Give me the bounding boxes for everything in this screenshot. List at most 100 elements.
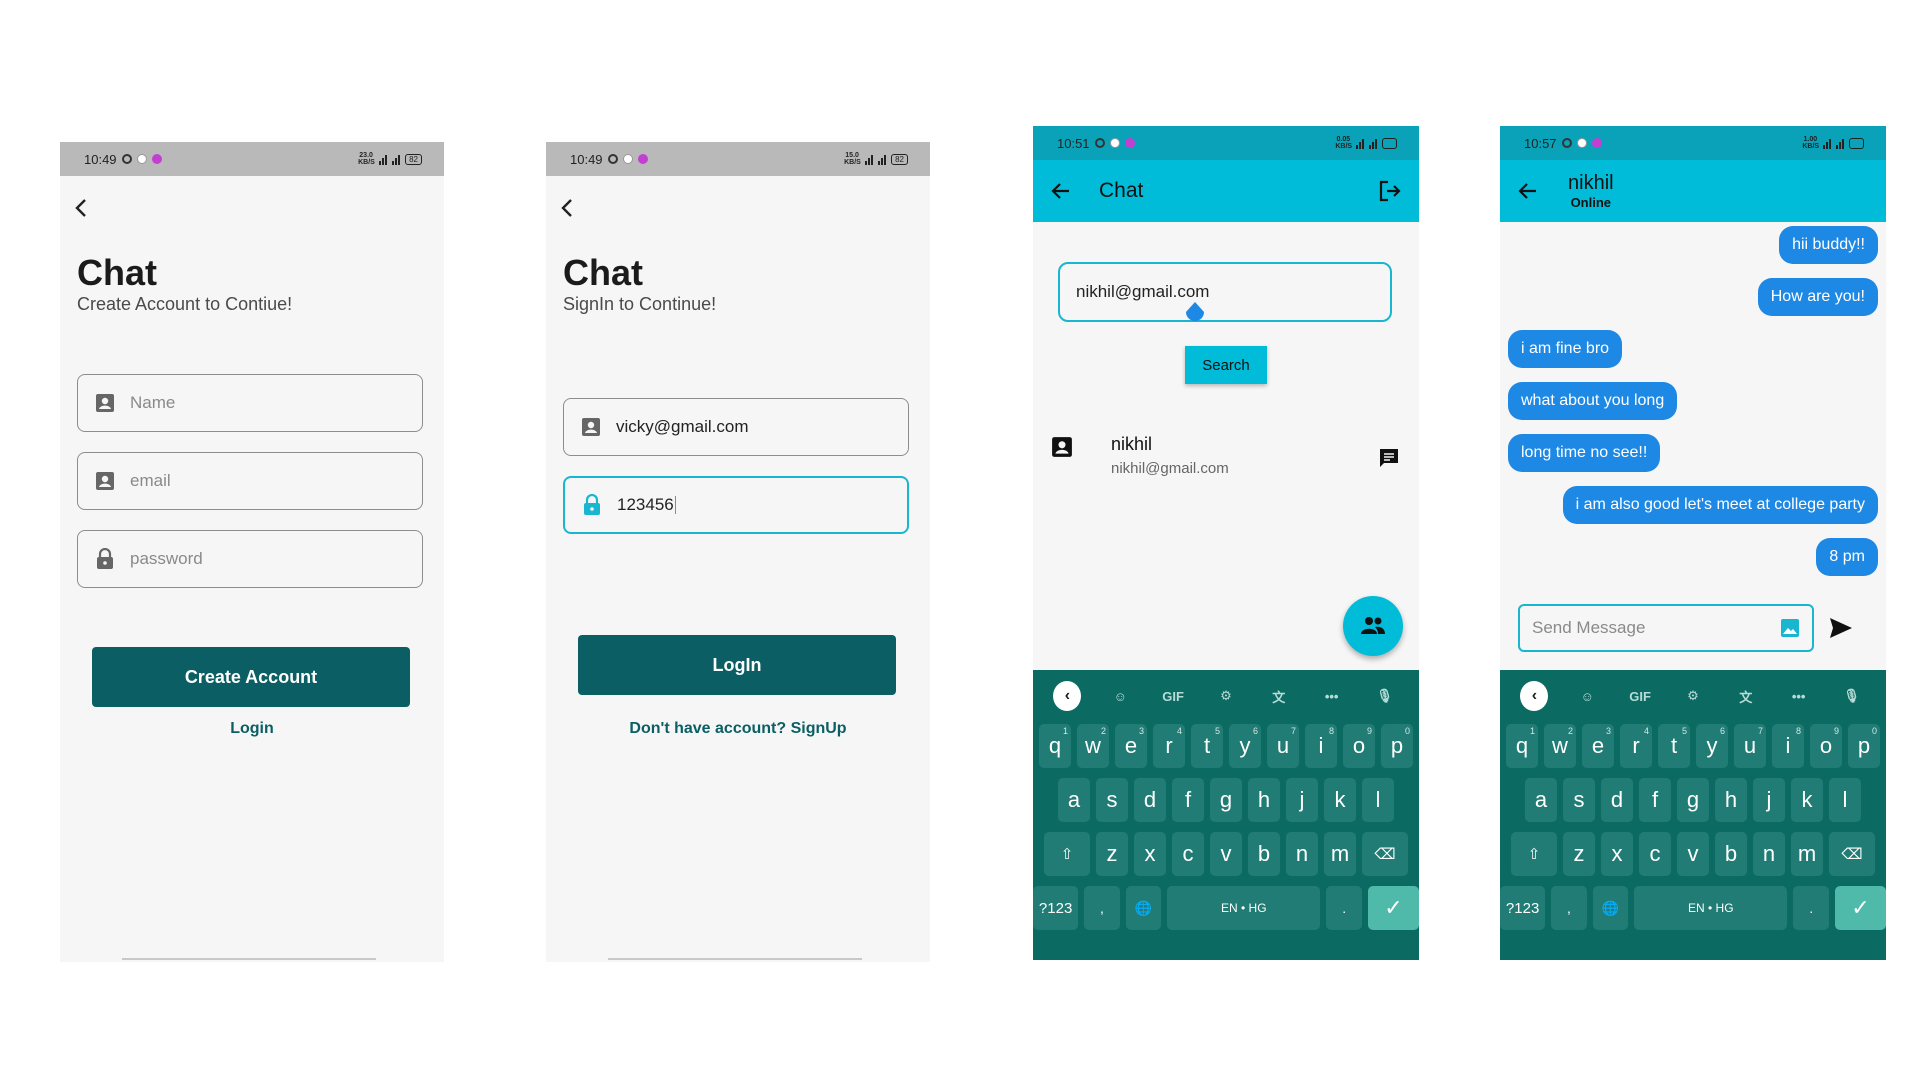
key-m[interactable]: m — [1324, 832, 1356, 876]
key-y[interactable]: y6 — [1696, 724, 1728, 768]
key-o[interactable]: o9 — [1810, 724, 1842, 768]
symbols-key[interactable]: ?123 — [1500, 886, 1546, 930]
message-input[interactable]: Send Message — [1518, 604, 1814, 652]
search-button[interactable]: Search — [1185, 346, 1267, 384]
settings-gear-icon[interactable]: ⚙ — [1679, 688, 1707, 704]
send-icon[interactable] — [1828, 616, 1854, 640]
comma-key[interactable]: , — [1084, 886, 1120, 930]
key-o[interactable]: o9 — [1343, 724, 1375, 768]
shift-key-icon[interactable]: ⇧ — [1511, 832, 1557, 876]
key-t[interactable]: t5 — [1191, 724, 1223, 768]
comma-key[interactable]: , — [1551, 886, 1587, 930]
key-s[interactable]: s — [1563, 778, 1595, 822]
key-v[interactable]: v — [1677, 832, 1709, 876]
key-s[interactable]: s — [1096, 778, 1128, 822]
key-h[interactable]: h — [1715, 778, 1747, 822]
microphone-icon[interactable]: 🎙 — [1837, 688, 1865, 704]
email-field[interactable]: email — [77, 452, 423, 510]
key-z[interactable]: z — [1563, 832, 1595, 876]
enter-check-key-icon[interactable]: ✓ — [1367, 886, 1419, 930]
key-h[interactable]: h — [1248, 778, 1280, 822]
key-u[interactable]: u7 — [1267, 724, 1299, 768]
key-d[interactable]: d — [1601, 778, 1633, 822]
key-j[interactable]: j — [1753, 778, 1785, 822]
key-f[interactable]: f — [1172, 778, 1204, 822]
password-field[interactable]: password — [77, 530, 423, 588]
settings-gear-icon[interactable]: ⚙ — [1212, 688, 1240, 704]
key-e[interactable]: e3 — [1115, 724, 1147, 768]
back-arrow-icon[interactable] — [1049, 179, 1073, 203]
key-k[interactable]: k — [1791, 778, 1823, 822]
microphone-icon[interactable]: 🎙 — [1370, 688, 1398, 704]
sticker-icon[interactable]: ☺ — [1106, 689, 1134, 704]
key-n[interactable]: n — [1286, 832, 1318, 876]
key-k[interactable]: k — [1324, 778, 1356, 822]
back-arrow-icon[interactable] — [556, 196, 580, 220]
gif-button[interactable]: GIF — [1159, 689, 1187, 704]
signup-link[interactable]: Don't have account? SignUp — [546, 720, 930, 738]
key-v[interactable]: v — [1210, 832, 1242, 876]
key-i[interactable]: i8 — [1772, 724, 1804, 768]
search-result-item[interactable]: nikhil nikhil@gmail.com — [1033, 428, 1419, 484]
key-c[interactable]: c — [1639, 832, 1671, 876]
key-r[interactable]: r4 — [1620, 724, 1652, 768]
more-icon[interactable]: ••• — [1318, 689, 1346, 704]
key-w[interactable]: w2 — [1544, 724, 1576, 768]
create-account-button[interactable]: Create Account — [92, 647, 410, 707]
period-key[interactable]: . — [1793, 886, 1829, 930]
keyboard-collapse-icon[interactable]: ‹ — [1520, 681, 1549, 711]
enter-check-key-icon[interactable]: ✓ — [1834, 886, 1886, 930]
key-x[interactable]: x — [1601, 832, 1633, 876]
key-z[interactable]: z — [1096, 832, 1128, 876]
key-y[interactable]: y6 — [1229, 724, 1261, 768]
key-c[interactable]: c — [1172, 832, 1204, 876]
login-link[interactable]: Login — [60, 720, 444, 738]
key-p[interactable]: p0 — [1381, 724, 1413, 768]
globe-key-icon[interactable]: 🌐 — [1125, 886, 1162, 930]
backspace-key-icon[interactable]: ⌫ — [1362, 832, 1408, 876]
key-p[interactable]: p0 — [1848, 724, 1880, 768]
text-handle-icon[interactable] — [1183, 298, 1207, 328]
key-a[interactable]: a — [1058, 778, 1090, 822]
key-b[interactable]: b — [1715, 832, 1747, 876]
image-attach-icon[interactable] — [1780, 618, 1800, 638]
translate-icon[interactable]: 文 — [1732, 687, 1760, 706]
key-f[interactable]: f — [1639, 778, 1671, 822]
logout-icon[interactable] — [1377, 178, 1403, 204]
key-g[interactable]: g — [1210, 778, 1242, 822]
gif-button[interactable]: GIF — [1626, 689, 1654, 704]
chat-icon[interactable] — [1377, 446, 1401, 470]
email-field[interactable]: vicky@gmail.com — [563, 398, 909, 456]
keyboard-collapse-icon[interactable]: ‹ — [1053, 681, 1082, 711]
shift-key-icon[interactable]: ⇧ — [1044, 832, 1090, 876]
key-w[interactable]: w2 — [1077, 724, 1109, 768]
sticker-icon[interactable]: ☺ — [1573, 689, 1601, 704]
key-b[interactable]: b — [1248, 832, 1280, 876]
more-icon[interactable]: ••• — [1785, 689, 1813, 704]
search-input[interactable]: nikhil@gmail.com — [1058, 262, 1392, 322]
back-arrow-icon[interactable] — [70, 196, 94, 220]
key-e[interactable]: e3 — [1582, 724, 1614, 768]
login-button[interactable]: LogIn — [578, 635, 896, 695]
space-key[interactable]: EN • HG — [1167, 886, 1321, 930]
password-field[interactable]: 123456 — [563, 476, 909, 534]
key-t[interactable]: t5 — [1658, 724, 1690, 768]
key-q[interactable]: q1 — [1039, 724, 1071, 768]
key-n[interactable]: n — [1753, 832, 1785, 876]
symbols-key[interactable]: ?123 — [1033, 886, 1079, 930]
key-x[interactable]: x — [1134, 832, 1166, 876]
key-m[interactable]: m — [1791, 832, 1823, 876]
key-q[interactable]: q1 — [1506, 724, 1538, 768]
translate-icon[interactable]: 文 — [1265, 687, 1293, 706]
space-key[interactable]: EN • HG — [1634, 886, 1788, 930]
globe-key-icon[interactable]: 🌐 — [1592, 886, 1629, 930]
key-j[interactable]: j — [1286, 778, 1318, 822]
key-i[interactable]: i8 — [1305, 724, 1337, 768]
name-field[interactable]: Name — [77, 374, 423, 432]
add-friends-fab[interactable] — [1343, 596, 1403, 656]
key-g[interactable]: g — [1677, 778, 1709, 822]
key-a[interactable]: a — [1525, 778, 1557, 822]
key-r[interactable]: r4 — [1153, 724, 1185, 768]
key-l[interactable]: l — [1829, 778, 1861, 822]
key-u[interactable]: u7 — [1734, 724, 1766, 768]
